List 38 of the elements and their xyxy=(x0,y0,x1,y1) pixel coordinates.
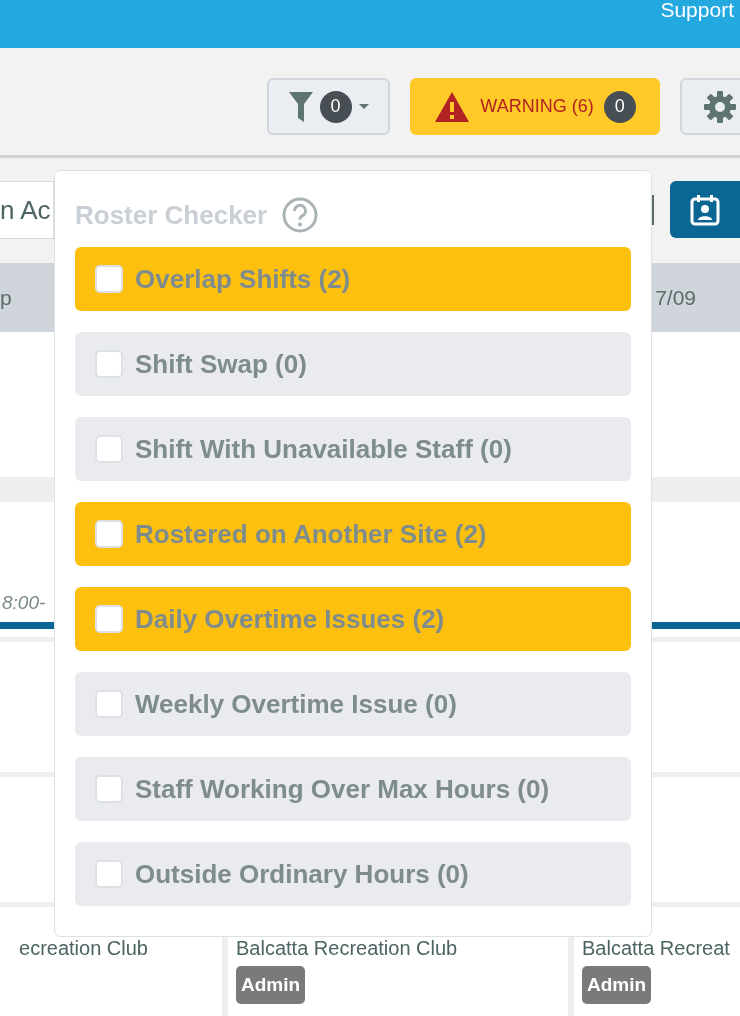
search-field[interactable]: n Ac xyxy=(0,181,54,239)
checkbox[interactable] xyxy=(95,435,123,463)
calendar-button[interactable] xyxy=(670,181,740,238)
roster-check-option[interactable]: Daily Overtime Issues (2) xyxy=(75,587,631,651)
roster-check-option[interactable]: Shift With Unavailable Staff (0) xyxy=(75,417,631,481)
site-name: Balcatta Recreat xyxy=(582,937,730,960)
checkbox[interactable] xyxy=(95,775,123,803)
roster-check-option[interactable]: Rostered on Another Site (2) xyxy=(75,502,631,566)
day-header: p xyxy=(0,285,12,310)
roster-check-option[interactable]: Staff Working Over Max Hours (0) xyxy=(75,757,631,821)
checkbox[interactable] xyxy=(95,520,123,548)
settings-button[interactable] xyxy=(680,78,740,135)
shift-time: 8:00- xyxy=(2,592,46,614)
day-header: 7/09 xyxy=(655,285,696,310)
role-tag: Admin xyxy=(582,966,652,1004)
calendar-person-icon xyxy=(690,193,720,226)
filter-button[interactable]: 0 xyxy=(267,78,390,135)
roster-check-option[interactable]: Shift Swap (0) xyxy=(75,332,631,396)
checkbox[interactable] xyxy=(95,350,123,378)
warning-count: 0 xyxy=(603,90,636,123)
warning-icon xyxy=(434,90,471,123)
caret-icon xyxy=(357,102,370,111)
filter-icon xyxy=(287,89,314,124)
checkbox[interactable] xyxy=(95,265,123,293)
filter-count: 0 xyxy=(319,90,352,123)
role-tag: Admin xyxy=(236,966,306,1004)
help-icon[interactable] xyxy=(281,196,320,234)
checkbox[interactable] xyxy=(95,690,123,718)
roster-check-option[interactable]: Weekly Overtime Issue (0) xyxy=(75,672,631,736)
site-name: Balcatta Recreation Club xyxy=(236,937,458,960)
checkbox[interactable] xyxy=(95,605,123,633)
site-name: ecreation Club xyxy=(19,937,148,960)
checkbox[interactable] xyxy=(95,860,123,888)
warning-button[interactable]: WARNING (6) 0 xyxy=(410,78,660,135)
roster-check-option[interactable]: Overlap Shifts (2) xyxy=(75,247,631,311)
settings-icon xyxy=(703,89,737,124)
support-link[interactable]: Support xyxy=(660,0,734,20)
roster-check-option[interactable]: Outside Ordinary Hours (0) xyxy=(75,842,631,906)
